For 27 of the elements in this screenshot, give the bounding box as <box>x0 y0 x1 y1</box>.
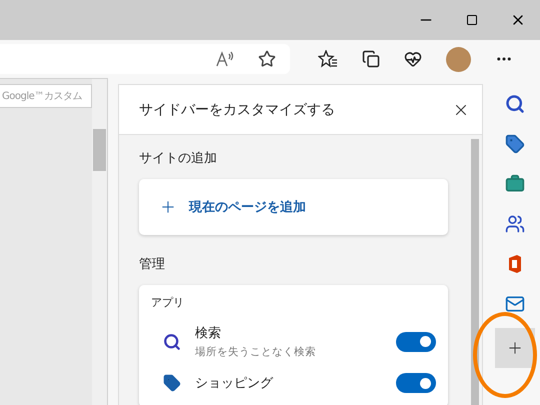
tag-icon[interactable] <box>505 134 525 154</box>
search-icon <box>163 332 181 350</box>
avatar[interactable] <box>446 46 471 72</box>
people-icon[interactable] <box>505 214 525 234</box>
app-name: 検索 <box>195 325 222 342</box>
add-page-button[interactable]: 現在のページを追加 <box>139 179 448 235</box>
collections-icon[interactable] <box>362 50 380 68</box>
star-list-icon[interactable] <box>318 50 338 68</box>
heart-icon[interactable] <box>404 50 422 68</box>
search-field[interactable]: Google™カスタム <box>0 84 92 108</box>
panel-title: サイドバーをカスタマイズする <box>139 100 335 118</box>
read-aloud-icon[interactable] <box>216 51 236 67</box>
maximize-icon[interactable] <box>466 14 478 26</box>
tag-icon <box>163 374 181 392</box>
star-icon[interactable] <box>258 50 276 68</box>
office-icon[interactable] <box>507 254 523 274</box>
toggle-switch[interactable] <box>396 332 436 352</box>
app-description: 場所を失うことなく検索 <box>195 345 317 359</box>
section-heading: サイトの追加 <box>139 150 218 167</box>
section-heading: 管理 <box>139 256 166 273</box>
mail-icon[interactable] <box>505 294 525 314</box>
toggle-switch[interactable] <box>396 373 436 393</box>
search-icon[interactable] <box>505 94 525 114</box>
app-name: ショッピング <box>195 375 274 392</box>
group-label: アプリ <box>150 295 185 311</box>
scrollbar[interactable] <box>92 79 107 405</box>
briefcase-icon[interactable] <box>505 174 525 194</box>
